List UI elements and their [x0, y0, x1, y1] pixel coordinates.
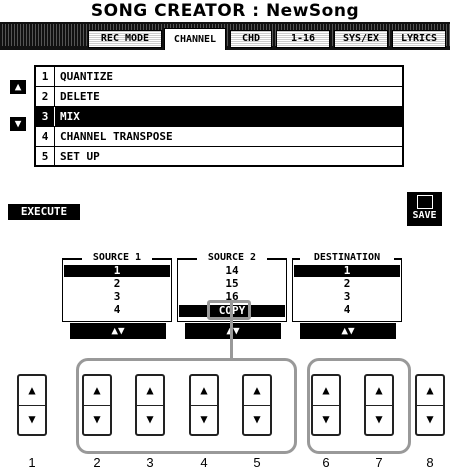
source-1-option[interactable]: 3: [64, 291, 170, 303]
panel-button-number: 6: [322, 455, 330, 470]
menu-item-label: QUANTIZE: [60, 70, 113, 83]
destination-option[interactable]: 4: [294, 304, 400, 316]
arrow-up-icon[interactable]: ▲: [19, 376, 45, 406]
panel-button-3[interactable]: ▲ ▼: [135, 374, 165, 436]
panel-button-1[interactable]: ▲ ▼: [17, 374, 47, 436]
arrow-up-icon[interactable]: ▲: [84, 376, 110, 406]
save-label: SAVE: [412, 210, 437, 221]
destination-option[interactable]: 3: [294, 291, 400, 303]
destination-updown-button[interactable]: ▲▼: [300, 323, 396, 339]
destination-selected[interactable]: 1: [294, 265, 400, 277]
menu-item-quantize[interactable]: 1 QUANTIZE: [36, 67, 402, 87]
tab-1-16[interactable]: 1-16: [276, 30, 330, 48]
tab-lyrics[interactable]: LYRICS: [392, 30, 446, 48]
menu-item-label: CHANNEL TRANSPOSE: [60, 130, 173, 143]
arrow-up-icon[interactable]: ▲: [366, 376, 392, 406]
menu-item-mix[interactable]: 3 MIX: [36, 107, 402, 127]
panel-button-number: 5: [253, 455, 261, 470]
menu-item-number: 4: [36, 127, 55, 146]
arrow-down-icon[interactable]: ▼: [417, 405, 443, 434]
tab-chd[interactable]: CHD: [230, 30, 272, 48]
arrow-down-icon[interactable]: ▼: [191, 405, 217, 434]
arrow-up-icon[interactable]: ▲: [244, 376, 270, 406]
panel-button-number: 2: [93, 455, 101, 470]
arrow-up-icon[interactable]: ▲: [417, 376, 443, 406]
panel-button-number: 7: [375, 455, 383, 470]
panel-button-2[interactable]: ▲ ▼: [82, 374, 112, 436]
arrow-up-icon[interactable]: ▲: [313, 376, 339, 406]
save-button[interactable]: SAVE: [407, 192, 442, 226]
destination-option[interactable]: 2: [294, 278, 400, 290]
menu-item-number: 5: [36, 147, 55, 166]
source-1-updown-button[interactable]: ▲▼: [70, 323, 166, 339]
source-1-option[interactable]: 4: [64, 304, 170, 316]
copy-callout: [207, 300, 251, 320]
panel-button-number: 3: [146, 455, 154, 470]
scroll-up-button[interactable]: ▲: [10, 80, 26, 94]
menu-item-number: 3: [36, 107, 55, 126]
arrow-down-icon[interactable]: ▼: [366, 405, 392, 434]
menu-item-label: MIX: [60, 110, 80, 123]
menu-item-label: DELETE: [60, 90, 100, 103]
arrow-up-icon[interactable]: ▲: [137, 376, 163, 406]
panel-button-4[interactable]: ▲ ▼: [189, 374, 219, 436]
menu-item-delete[interactable]: 2 DELETE: [36, 87, 402, 107]
panel-button-number: 1: [28, 455, 36, 470]
menu-item-number: 1: [36, 67, 55, 86]
source-2-updown-button[interactable]: ▲▼: [185, 323, 281, 339]
menu-item-number: 2: [36, 87, 55, 106]
channel-menu-list: 1 QUANTIZE 2 DELETE 3 MIX 4 CHANNEL TRANSPOS…: [34, 65, 404, 167]
arrow-down-icon[interactable]: ▼: [19, 405, 45, 434]
arrow-down-icon[interactable]: ▼: [244, 405, 270, 434]
panel-button-6[interactable]: ▲ ▼: [311, 374, 341, 436]
destination-label: DESTINATION: [300, 252, 394, 264]
panel-button-number: 4: [200, 455, 208, 470]
tab-channel[interactable]: CHANNEL: [164, 28, 226, 50]
menu-item-label: SET UP: [60, 150, 100, 163]
menu-item-channel-transpose[interactable]: 4 CHANNEL TRANSPOSE: [36, 127, 402, 147]
menu-item-set-up[interactable]: 5 SET UP: [36, 147, 402, 167]
tab-sys-ex[interactable]: SYS/EX: [334, 30, 388, 48]
panel-button-7[interactable]: ▲ ▼: [364, 374, 394, 436]
floppy-disk-icon: [416, 195, 433, 209]
tab-rec-mode[interactable]: REC MODE: [88, 30, 162, 48]
page-title: SONG CREATOR : NewSong: [90, 1, 360, 21]
panel-button-5[interactable]: ▲ ▼: [242, 374, 272, 436]
panel-button-number: 8: [426, 455, 434, 470]
source-2-option[interactable]: 15: [179, 278, 285, 290]
triangle-up-icon: ▲: [14, 80, 22, 93]
source-1-option[interactable]: 2: [64, 278, 170, 290]
source-2-option[interactable]: 14: [179, 265, 285, 277]
scroll-down-button[interactable]: ▼: [10, 117, 26, 131]
arrow-down-icon[interactable]: ▼: [137, 405, 163, 434]
source-1-label: SOURCE 1: [82, 252, 152, 264]
source-2-label: SOURCE 2: [197, 252, 267, 264]
arrow-down-icon[interactable]: ▼: [84, 405, 110, 434]
panel-button-8[interactable]: ▲ ▼: [415, 374, 445, 436]
arrow-up-icon[interactable]: ▲: [191, 376, 217, 406]
execute-button[interactable]: EXECUTE: [8, 204, 80, 220]
arrow-down-icon[interactable]: ▼: [313, 405, 339, 434]
triangle-down-icon: ▼: [14, 117, 22, 130]
source-1-selected[interactable]: 1: [64, 265, 170, 277]
